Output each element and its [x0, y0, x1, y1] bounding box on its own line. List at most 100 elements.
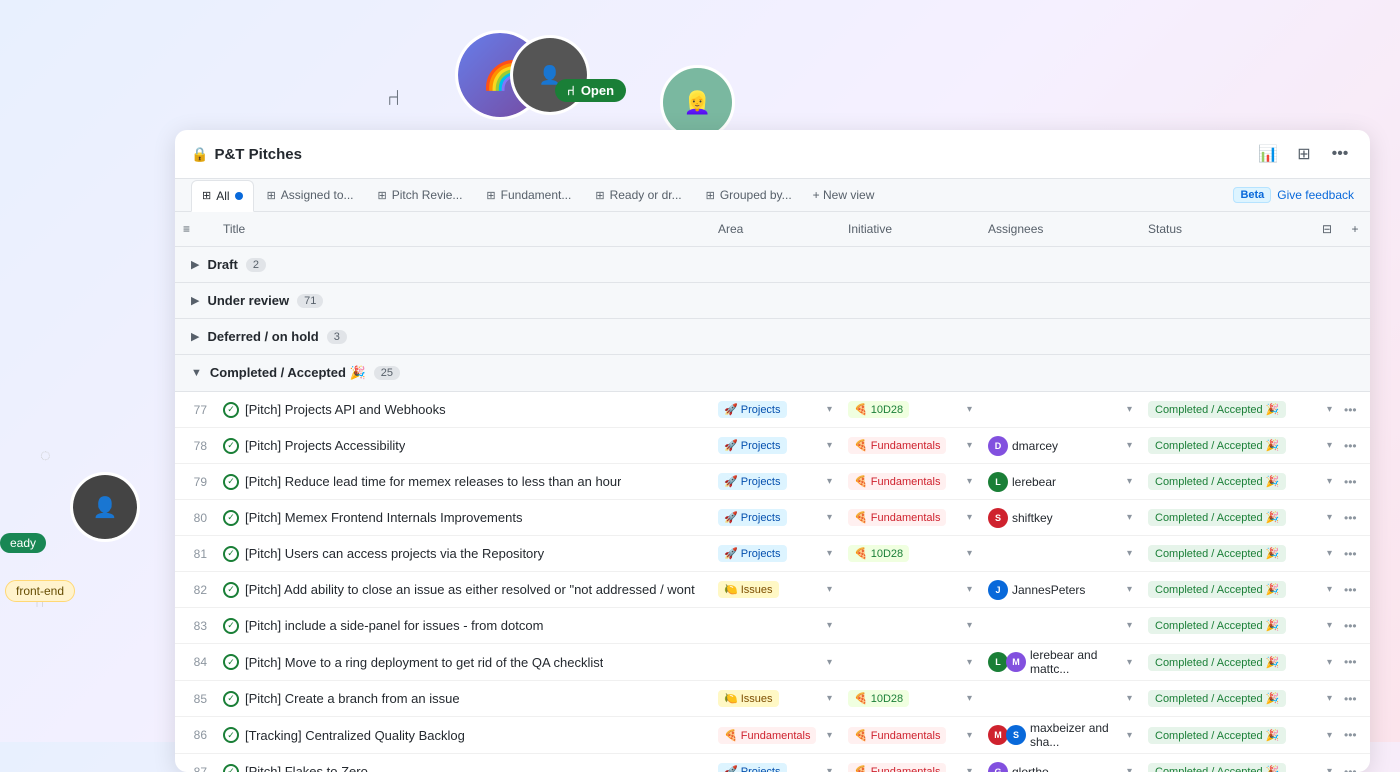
row-status-81[interactable]: Completed / Accepted 🎉 ▾ [1140, 541, 1340, 566]
row-more-81[interactable]: ••• [1340, 543, 1370, 565]
row-initiative-86[interactable]: 🍕 Fundamentals ▾ [840, 723, 980, 748]
status-dropdown-85[interactable]: ▾ [1327, 693, 1332, 704]
tab-assigned[interactable]: ⊞ Assigned to... [256, 179, 365, 211]
status-dropdown-87[interactable]: ▾ [1327, 766, 1332, 772]
status-dropdown-81[interactable]: ▾ [1327, 548, 1332, 559]
assignee-dropdown-82[interactable]: ▾ [1127, 584, 1132, 595]
row-more-87[interactable]: ••• [1340, 761, 1370, 772]
row-title-82[interactable]: ✓ [Pitch] Add ability to close an issue … [215, 578, 710, 602]
row-assignee-82[interactable]: J JannesPeters ▾ [980, 576, 1140, 604]
row-status-86[interactable]: Completed / Accepted 🎉 ▾ [1140, 723, 1340, 748]
row-assignee-80[interactable]: S shiftkey ▾ [980, 504, 1140, 532]
row-initiative-78[interactable]: 🍕 Fundamentals ▾ [840, 433, 980, 458]
row-more-85[interactable]: ••• [1340, 688, 1370, 710]
status-dropdown-83[interactable]: ▾ [1327, 620, 1332, 631]
area-dropdown-79[interactable]: ▾ [827, 476, 832, 487]
row-assignee-81[interactable]: ▾ [980, 544, 1140, 563]
initiative-dropdown-86[interactable]: ▾ [967, 730, 972, 741]
row-area-86[interactable]: 🍕 Fundamentals ▾ [710, 723, 840, 748]
row-title-81[interactable]: ✓ [Pitch] Users can access projects via … [215, 542, 710, 566]
row-assignee-79[interactable]: L lerebear ▾ [980, 468, 1140, 496]
tab-fundamentals[interactable]: ⊞ Fundament... [475, 179, 582, 211]
group-deferred[interactable]: ▶ Deferred / on hold 3 [175, 319, 1370, 355]
assignee-dropdown-84[interactable]: ▾ [1127, 657, 1132, 668]
area-dropdown-78[interactable]: ▾ [827, 440, 832, 451]
chart-icon-btn[interactable]: 📊 [1254, 140, 1282, 168]
row-assignee-77[interactable]: ▾ [980, 400, 1140, 419]
row-initiative-84[interactable]: ▾ [840, 653, 980, 672]
tab-all[interactable]: ⊞ All [191, 180, 254, 212]
initiative-dropdown-82[interactable]: ▾ [967, 584, 972, 595]
row-assignee-83[interactable]: ▾ [980, 616, 1140, 635]
area-dropdown-82[interactable]: ▾ [827, 584, 832, 595]
status-dropdown-78[interactable]: ▾ [1327, 440, 1332, 451]
row-assignee-85[interactable]: ▾ [980, 689, 1140, 708]
assignee-dropdown-86[interactable]: ▾ [1127, 730, 1132, 741]
status-dropdown-77[interactable]: ▾ [1327, 404, 1332, 415]
row-title-83[interactable]: ✓ [Pitch] include a side-panel for issue… [215, 614, 710, 638]
area-dropdown-81[interactable]: ▾ [827, 548, 832, 559]
row-status-78[interactable]: Completed / Accepted 🎉 ▾ [1140, 433, 1340, 458]
row-area-84[interactable]: ▾ [710, 653, 840, 672]
status-dropdown-86[interactable]: ▾ [1327, 730, 1332, 741]
row-status-82[interactable]: Completed / Accepted 🎉 ▾ [1140, 577, 1340, 602]
area-dropdown-80[interactable]: ▾ [827, 512, 832, 523]
row-initiative-82[interactable]: ▾ [840, 580, 980, 599]
row-assignee-87[interactable]: G glortho ▾ [980, 758, 1140, 772]
group-completed[interactable]: ▼ Completed / Accepted 🎉 25 [175, 355, 1370, 392]
row-title-77[interactable]: ✓ [Pitch] Projects API and Webhooks [215, 398, 710, 422]
row-area-77[interactable]: 🚀 Projects ▾ [710, 397, 840, 422]
row-more-79[interactable]: ••• [1340, 471, 1370, 493]
row-status-84[interactable]: Completed / Accepted 🎉 ▾ [1140, 650, 1340, 675]
row-more-78[interactable]: ••• [1340, 435, 1370, 457]
row-status-87[interactable]: Completed / Accepted 🎉 ▾ [1140, 759, 1340, 772]
row-initiative-81[interactable]: 🍕 10D28 ▾ [840, 541, 980, 566]
group-draft[interactable]: ▶ Draft 2 [175, 247, 1370, 283]
initiative-dropdown-81[interactable]: ▾ [967, 548, 972, 559]
add-column-btn[interactable]: + [1340, 218, 1370, 240]
status-dropdown-84[interactable]: ▾ [1327, 657, 1332, 668]
row-more-80[interactable]: ••• [1340, 507, 1370, 529]
tab-ready[interactable]: ⊞ Ready or dr... [584, 179, 692, 211]
tab-grouped[interactable]: ⊞ Grouped by... [695, 179, 803, 211]
area-dropdown-84[interactable]: ▾ [827, 657, 832, 668]
group-under-review[interactable]: ▶ Under review 71 [175, 283, 1370, 319]
row-status-77[interactable]: Completed / Accepted 🎉 ▾ [1140, 397, 1340, 422]
status-dropdown-82[interactable]: ▾ [1327, 584, 1332, 595]
row-status-85[interactable]: Completed / Accepted 🎉 ▾ [1140, 686, 1340, 711]
row-area-81[interactable]: 🚀 Projects ▾ [710, 541, 840, 566]
tab-pitch-review[interactable]: ⊞ Pitch Revie... [367, 179, 474, 211]
area-dropdown-87[interactable]: ▾ [827, 766, 832, 772]
assignee-dropdown-78[interactable]: ▾ [1127, 440, 1132, 451]
row-title-79[interactable]: ✓ [Pitch] Reduce lead time for memex rel… [215, 470, 710, 494]
initiative-dropdown-77[interactable]: ▾ [967, 404, 972, 415]
initiative-dropdown-79[interactable]: ▾ [967, 476, 972, 487]
row-title-87[interactable]: ✓ [Pitch] Flakes to Zero [215, 760, 710, 772]
row-initiative-87[interactable]: 🍕 Fundamentals ▾ [840, 759, 980, 772]
row-area-78[interactable]: 🚀 Projects ▾ [710, 433, 840, 458]
row-area-85[interactable]: 🍋 Issues ▾ [710, 686, 840, 711]
row-title-86[interactable]: ✓ [Tracking] Centralized Quality Backlog [215, 723, 710, 747]
initiative-dropdown-85[interactable]: ▾ [967, 693, 972, 704]
initiative-dropdown-83[interactable]: ▾ [967, 620, 972, 631]
assignee-dropdown-77[interactable]: ▾ [1127, 404, 1132, 415]
row-initiative-80[interactable]: 🍕 Fundamentals ▾ [840, 505, 980, 530]
area-dropdown-86[interactable]: ▾ [827, 730, 832, 741]
area-dropdown-85[interactable]: ▾ [827, 693, 832, 704]
initiative-dropdown-84[interactable]: ▾ [967, 657, 972, 668]
row-more-86[interactable]: ••• [1340, 724, 1370, 746]
row-area-80[interactable]: 🚀 Projects ▾ [710, 505, 840, 530]
row-area-82[interactable]: 🍋 Issues ▾ [710, 577, 840, 602]
row-more-77[interactable]: ••• [1340, 399, 1370, 421]
row-title-78[interactable]: ✓ [Pitch] Projects Accessibility [215, 434, 710, 458]
row-area-87[interactable]: 🚀 Projects ▾ [710, 759, 840, 772]
row-assignee-86[interactable]: M S maxbeizer and sha... ▾ [980, 717, 1140, 753]
initiative-dropdown-78[interactable]: ▾ [967, 440, 972, 451]
status-dropdown-80[interactable]: ▾ [1327, 512, 1332, 523]
row-more-83[interactable]: ••• [1340, 615, 1370, 637]
row-more-84[interactable]: ••• [1340, 651, 1370, 673]
area-dropdown-83[interactable]: ▾ [827, 620, 832, 631]
assignee-dropdown-87[interactable]: ▾ [1127, 766, 1132, 772]
row-title-85[interactable]: ✓ [Pitch] Create a branch from an issue [215, 687, 710, 711]
area-dropdown-77[interactable]: ▾ [827, 404, 832, 415]
